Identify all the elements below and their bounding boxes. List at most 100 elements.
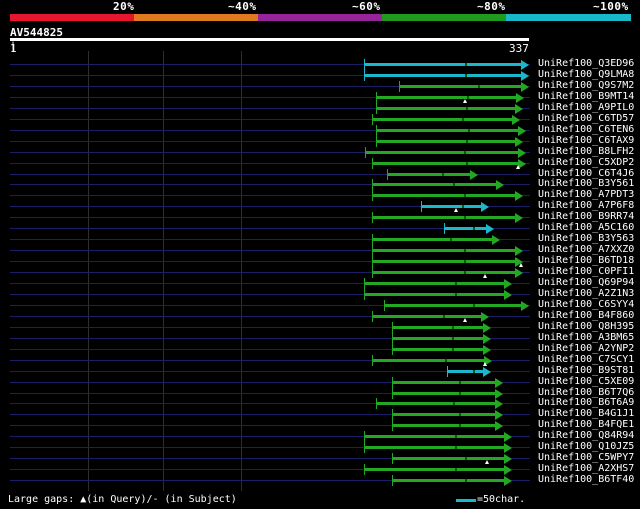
hit-alignment-bar[interactable] <box>391 479 505 482</box>
hit-alignment-bar[interactable] <box>371 194 515 197</box>
hit-alignment-bar[interactable] <box>391 392 495 395</box>
hit-label[interactable]: UniRef100_B6T6A9 <box>538 397 634 408</box>
hit-alignment-bar[interactable] <box>363 63 521 66</box>
hit-end-arrow <box>514 213 523 223</box>
hit-label[interactable]: UniRef100_C5XE09 <box>538 376 634 387</box>
hit-label[interactable]: UniRef100_B3Y563 <box>538 233 634 244</box>
hit-alignment-bar[interactable] <box>363 293 505 296</box>
hit-label[interactable]: UniRef100_C6TD57 <box>538 113 634 124</box>
hit-label[interactable]: UniRef100_B6TF40 <box>538 474 634 485</box>
hit-alignment-bar[interactable] <box>363 282 505 285</box>
hit-label[interactable]: UniRef100_B6TD18 <box>538 255 634 266</box>
hit-alignment-bar[interactable] <box>391 424 495 427</box>
hit-alignment-bar[interactable] <box>371 249 515 252</box>
hit-end-arrow <box>516 93 525 103</box>
hit-start-marker <box>391 388 393 399</box>
hit-alignment-bar[interactable] <box>420 205 481 208</box>
hit-start-marker <box>371 267 373 278</box>
hit-label[interactable]: UniRef100_A2YNP2 <box>538 343 634 354</box>
hit-label[interactable]: UniRef100_B9ST81 <box>538 365 634 376</box>
hit-label[interactable]: UniRef100_A2XHS7 <box>538 463 634 474</box>
hit-alignment-bar[interactable] <box>371 162 518 165</box>
coverage-label: ~100% <box>593 0 629 13</box>
coverage-band <box>134 14 258 21</box>
hit-label[interactable]: UniRef100_C5XDP2 <box>538 157 634 168</box>
hit-alignment-bar[interactable] <box>371 183 497 186</box>
hit-label[interactable]: UniRef100_C5WPY7 <box>538 452 634 463</box>
hit-alignment-bar[interactable] <box>363 446 505 449</box>
query-gap-marker <box>483 362 488 366</box>
hit-alignment-bar[interactable] <box>391 326 483 329</box>
hit-alignment-bar[interactable] <box>391 381 495 384</box>
hit-start-marker <box>376 92 378 103</box>
hit-label[interactable]: UniRef100_C0PFI1 <box>538 266 634 277</box>
hit-alignment-bar[interactable] <box>371 260 515 263</box>
hit-label[interactable]: UniRef100_A2Z1N3 <box>538 288 634 299</box>
hit-end-arrow <box>496 180 505 190</box>
hit-start-marker <box>363 431 365 442</box>
hit-label[interactable]: UniRef100_A7XXZ0 <box>538 244 634 255</box>
hit-alignment-bar[interactable] <box>376 129 518 132</box>
hit-alignment-bar[interactable] <box>446 370 483 373</box>
hit-label[interactable]: UniRef100_A3BM65 <box>538 332 634 343</box>
hit-label[interactable]: UniRef100_C6TAX9 <box>538 135 634 146</box>
hit-alignment-bar[interactable] <box>363 468 505 471</box>
hit-label[interactable]: UniRef100_A9PIL0 <box>538 102 634 113</box>
hit-end-arrow <box>482 345 491 355</box>
hit-segment-mark <box>467 129 470 132</box>
hit-alignment-bar[interactable] <box>399 85 521 88</box>
hit-start-marker <box>371 355 373 366</box>
hit-alignment-bar[interactable] <box>376 96 517 99</box>
hit-label[interactable]: UniRef100_B3Y561 <box>538 178 634 189</box>
hit-alignment-bar[interactable] <box>383 304 521 307</box>
hit-segment-mark <box>461 205 464 208</box>
hit-label[interactable]: UniRef100_B4G1J1 <box>538 408 634 419</box>
hit-end-arrow <box>482 323 491 333</box>
hit-label[interactable]: UniRef100_C6SYY4 <box>538 299 634 310</box>
hit-start-marker <box>391 377 393 388</box>
hit-label[interactable]: UniRef100_C7SCY1 <box>538 354 634 365</box>
hit-alignment-bar[interactable] <box>391 348 483 351</box>
hit-alignment-bar[interactable] <box>376 107 515 110</box>
hit-label[interactable]: UniRef100_Q3ED96 <box>538 58 634 69</box>
hit-alignment-bar[interactable] <box>371 216 515 219</box>
hit-alignment-bar[interactable] <box>371 238 492 241</box>
hit-segment-mark <box>478 85 481 88</box>
hit-label[interactable]: UniRef100_Q9S7M2 <box>538 80 634 91</box>
hit-label[interactable]: UniRef100_Q10JZ5 <box>538 441 634 452</box>
hit-segment-mark <box>459 381 462 384</box>
hit-label[interactable]: UniRef100_Q84R94 <box>538 430 634 441</box>
query-gap-marker <box>484 460 489 464</box>
hit-start-marker <box>363 278 365 289</box>
hit-alignment-bar[interactable] <box>365 151 518 154</box>
hit-label[interactable]: UniRef100_B8LFH2 <box>538 146 634 157</box>
hit-alignment-bar[interactable] <box>371 359 485 362</box>
hit-alignment-bar[interactable] <box>391 337 483 340</box>
hit-label[interactable]: UniRef100_Q9LMA8 <box>538 69 634 80</box>
hit-label[interactable]: UniRef100_B9MT14 <box>538 91 634 102</box>
hit-alignment-bar[interactable] <box>391 413 495 416</box>
hit-alignment-bar[interactable] <box>443 227 486 230</box>
hit-label[interactable]: UniRef100_A7PDT3 <box>538 189 634 200</box>
hit-label[interactable]: UniRef100_B4FQE1 <box>538 419 634 430</box>
query-gap-marker <box>463 318 468 322</box>
hit-start-marker <box>386 169 388 180</box>
hit-label[interactable]: UniRef100_A7P6F8 <box>538 200 634 211</box>
hit-segment-mark <box>451 326 454 329</box>
hit-segment-mark <box>451 348 454 351</box>
hit-alignment-bar[interactable] <box>386 173 471 176</box>
hit-alignment-bar[interactable] <box>371 118 512 121</box>
hit-end-arrow <box>504 290 513 300</box>
hit-label[interactable]: UniRef100_Q69P94 <box>538 277 634 288</box>
hit-alignment-bar[interactable] <box>371 271 515 274</box>
hit-label[interactable]: UniRef100_B4F860 <box>538 310 634 321</box>
hit-label[interactable]: UniRef100_A5C160 <box>538 222 634 233</box>
hit-label[interactable]: UniRef100_Q8H395 <box>538 321 634 332</box>
hit-label[interactable]: UniRef100_B9RR74 <box>538 211 634 222</box>
hit-alignment-bar[interactable] <box>376 140 515 143</box>
hit-alignment-bar[interactable] <box>376 402 495 405</box>
hit-start-marker <box>443 223 445 234</box>
hit-alignment-bar[interactable] <box>363 74 521 77</box>
hit-alignment-bar[interactable] <box>363 435 505 438</box>
hit-label[interactable]: UniRef100_C6TEN6 <box>538 124 634 135</box>
